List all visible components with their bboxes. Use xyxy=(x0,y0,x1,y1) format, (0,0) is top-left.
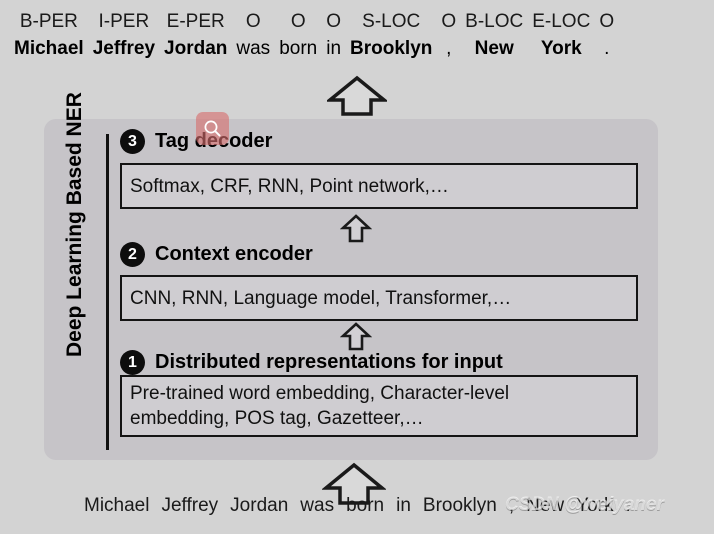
magnifier-cursor-overlay[interactable] xyxy=(196,112,229,145)
token-word-label: New xyxy=(474,38,514,59)
stage-heading-context-encoder: 2 Context encoder xyxy=(120,242,313,267)
tagged-token: E-PER Jordan xyxy=(164,10,227,62)
stage-box-text-line1: Pre-trained word embedding, Character-le… xyxy=(130,383,510,404)
panel-side-divider xyxy=(106,134,109,450)
tagged-sentence-row: B-PER Michael I-PER Jeffrey E-PER Jordan Owas O… xyxy=(0,10,714,62)
tagged-token: Owas xyxy=(236,10,270,62)
panel-side-label: Deep Learning Based NER xyxy=(63,92,86,357)
stage-box-distributed-representations[interactable]: Pre-trained word embedding, Character-le… xyxy=(120,375,638,437)
input-sentence-word: , xyxy=(508,495,515,516)
tagged-token: Oin xyxy=(326,10,341,62)
input-sentence-word: . xyxy=(625,495,631,516)
stage-number-badge-3: 3 xyxy=(120,129,145,154)
input-sentence-word: Jordan xyxy=(230,495,289,516)
token-tag-label: O xyxy=(290,11,306,32)
token-word-label: , xyxy=(446,38,452,59)
stage-box-context-encoder[interactable]: CNN, RNN, Language model, Transformer,… xyxy=(120,275,638,321)
input-sentence-word: Michael xyxy=(84,495,150,516)
tagged-token: I-PER Jeffrey xyxy=(93,10,155,62)
stage-title-distributed-representations: Distributed representations for input xyxy=(155,351,503,373)
token-word-label: Michael xyxy=(14,38,84,59)
token-tag-label: O xyxy=(441,11,457,32)
stage-box-text-context-encoder: CNN, RNN, Language model, Transformer,… xyxy=(130,287,512,309)
token-tag-label: S-LOC xyxy=(362,11,421,32)
magnifier-icon xyxy=(204,120,221,137)
token-word-label: in xyxy=(326,38,342,59)
stage-box-tag-decoder[interactable]: Softmax, CRF, RNN, Point network,… xyxy=(120,163,638,209)
tagged-token: Oborn xyxy=(279,10,317,62)
tagged-token: S-LOC Brooklyn xyxy=(350,10,432,62)
stage-box-text-tag-decoder: Softmax, CRF, RNN, Point network,… xyxy=(130,175,449,197)
stage-number-badge-2: 2 xyxy=(120,242,145,267)
token-word-label: was xyxy=(236,38,271,59)
input-sentence-row: Michael Jeffrey Jordan was born in Brooklyn, Ne… xyxy=(84,495,643,517)
input-sentence-word: born xyxy=(346,495,385,516)
token-word-label: York xyxy=(540,38,582,59)
tagged-token: B-LOC New xyxy=(465,10,523,62)
stage-arrow-encoder-to-decoder-icon xyxy=(339,214,373,249)
stage-number-badge-1: 1 xyxy=(120,350,145,375)
input-sentence-word: in xyxy=(396,495,411,516)
token-word-label: Jeffrey xyxy=(92,38,156,59)
input-sentence-word: was xyxy=(300,495,335,516)
stage-title-context-encoder: Context encoder xyxy=(155,243,313,265)
token-tag-label: B-PER xyxy=(19,11,78,32)
token-tag-label: E-LOC xyxy=(532,11,591,32)
token-word-label: . xyxy=(604,38,610,59)
input-sentence-word: New xyxy=(526,495,565,516)
input-sentence-word: York xyxy=(576,495,614,516)
input-sentence-word: Brooklyn xyxy=(422,495,497,516)
token-word-label: born xyxy=(279,38,318,59)
tagged-token: O, xyxy=(441,10,456,62)
tagged-token: O. xyxy=(599,10,614,62)
token-tag-label: B-LOC xyxy=(465,11,524,32)
token-tag-label: I-PER xyxy=(98,11,150,32)
token-tag-label: O xyxy=(245,11,261,32)
token-tag-label: E-PER xyxy=(166,11,225,32)
stage-heading-distributed-representations: 1 Distributed representations for input xyxy=(120,350,503,375)
token-word-label: Jordan xyxy=(164,38,228,59)
tagged-token: E-LOC York xyxy=(532,10,590,62)
output-arrow-icon xyxy=(325,75,389,122)
stage-box-text-line2: embedding, POS tag, Gazetteer,… xyxy=(130,408,424,429)
token-word-label: Brooklyn xyxy=(350,38,433,59)
tagged-token: B-PER Michael xyxy=(14,10,84,62)
token-tag-label: O xyxy=(326,11,341,32)
input-sentence-word: Jeffrey xyxy=(161,495,219,516)
token-tag-label: O xyxy=(599,11,615,32)
panel-side-label-group: Deep Learning Based NER xyxy=(52,92,109,453)
